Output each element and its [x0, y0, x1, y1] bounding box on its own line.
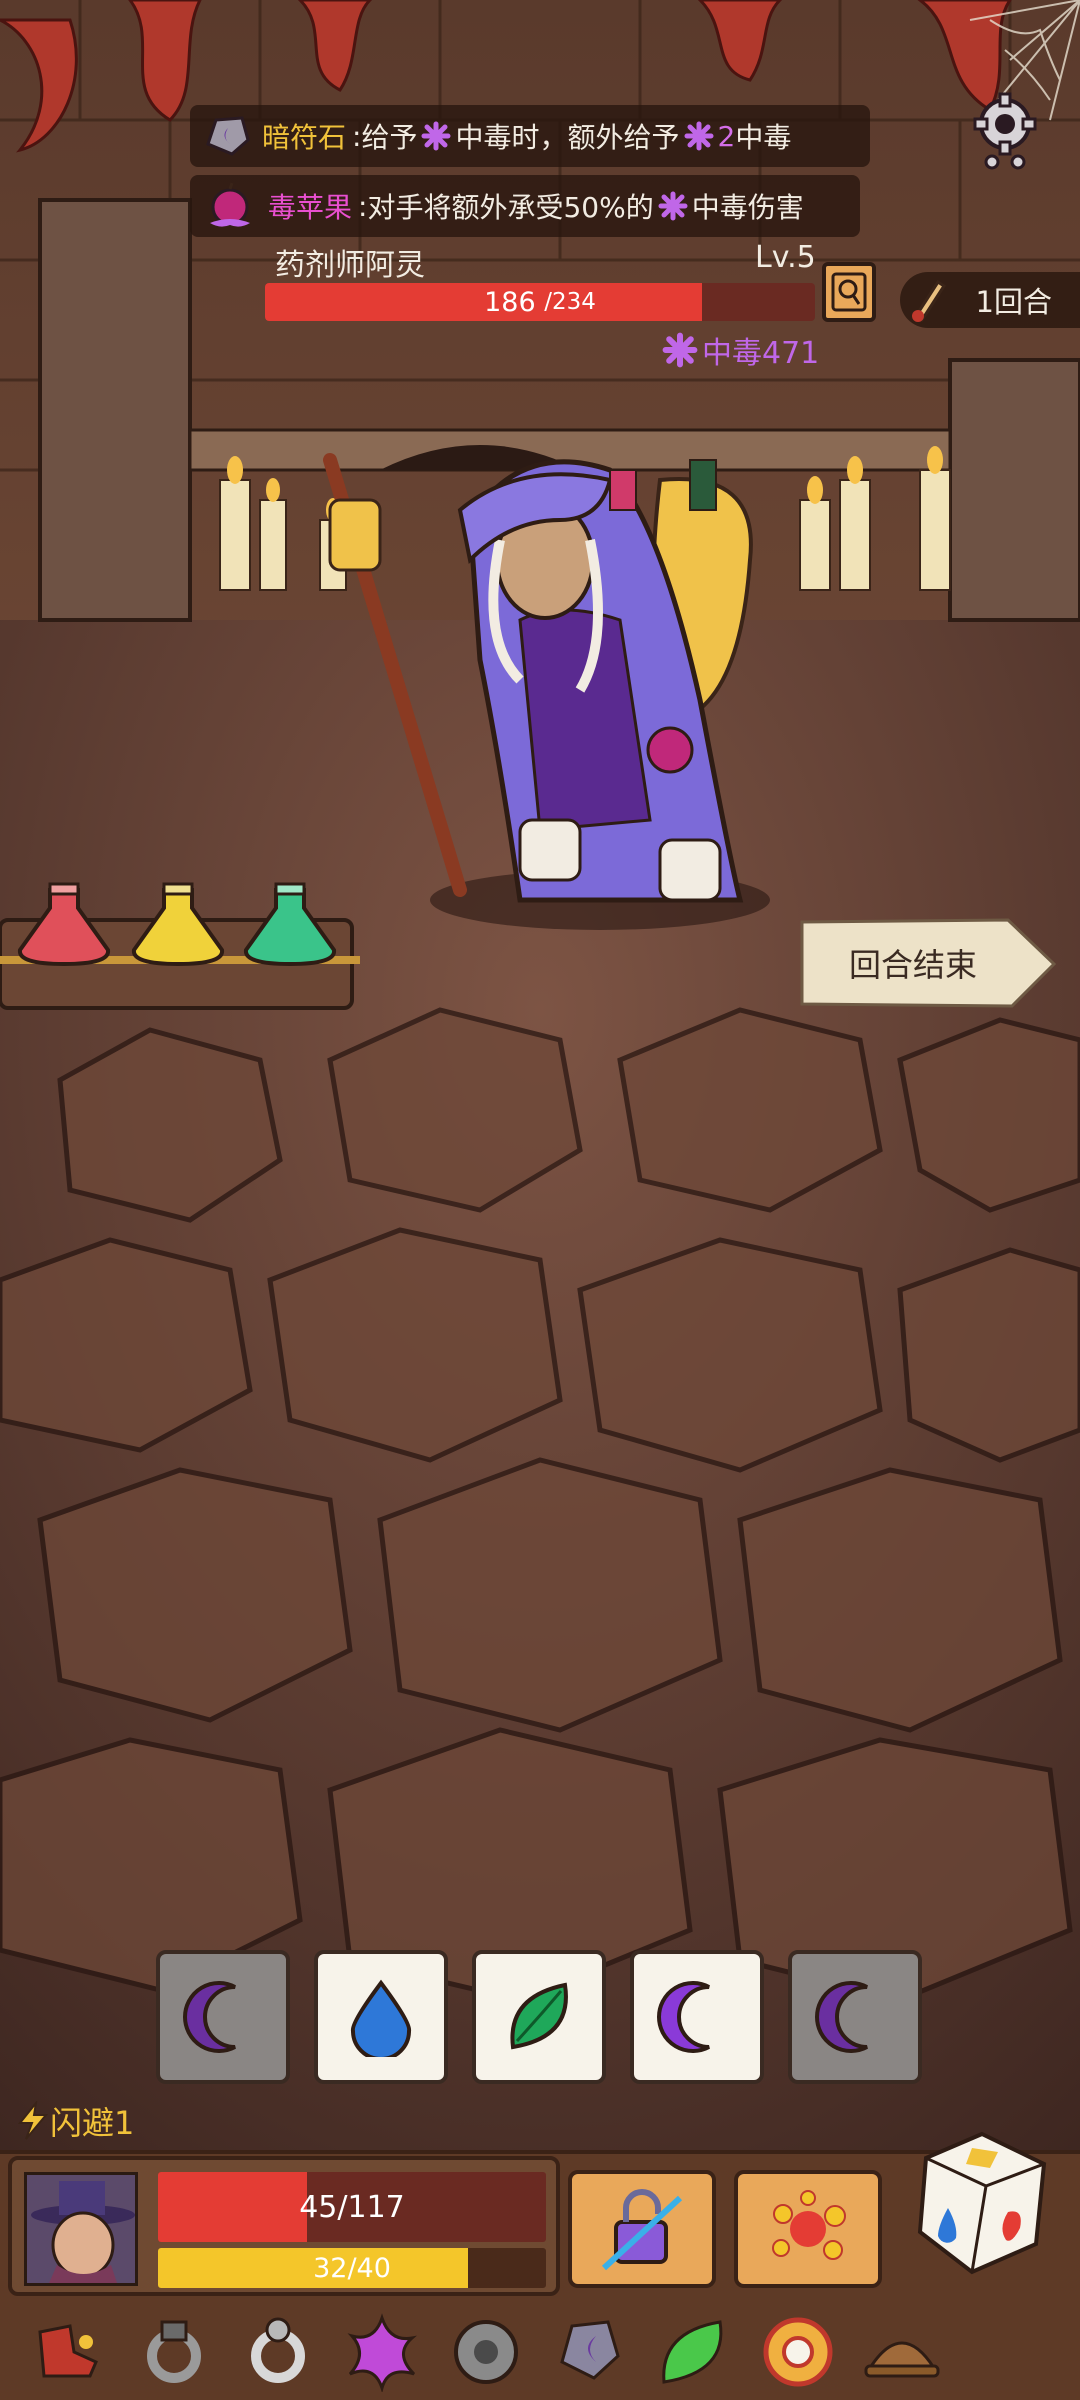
scroll-icon — [912, 279, 947, 323]
dodge-label: 闪避1 — [50, 2104, 135, 2142]
moon-icon — [183, 1981, 236, 2053]
dice-slot-3[interactable] — [472, 1950, 606, 2084]
rune-stone-icon — [206, 116, 250, 156]
dice-slot-1[interactable] — [156, 1950, 290, 2084]
poison-apple-icon — [210, 182, 250, 227]
water-drop-icon — [350, 1979, 412, 2057]
potion-row — [0, 882, 370, 967]
buff-text: 对手将额外承受50%的 — [367, 191, 654, 224]
enemy-poison-label: 中毒471 — [702, 336, 820, 371]
ring-gray-icon[interactable] — [134, 2312, 214, 2392]
lightning-icon — [17, 2101, 49, 2140]
buff-poison-apple: 毒苹果: 对手将额外承受50%的 中毒 伤害 — [190, 175, 860, 237]
broken-lock-icon — [601, 2189, 683, 2271]
round-label: 1回合 — [975, 285, 1052, 319]
enemy-hp-text: 186 /234 — [265, 283, 815, 321]
explosion-icon — [772, 2190, 846, 2260]
hat-icon[interactable] — [862, 2312, 942, 2392]
end-turn-button[interactable]: 回合结束 — [798, 916, 1058, 1010]
buff-dark-rune-stone: 暗符石: 给予 中毒 时，额外给予 2 中毒 — [190, 105, 870, 167]
player-energy-text: 32/40 — [313, 2252, 391, 2284]
enemy-poison-status: 中毒471 — [662, 328, 819, 372]
poison-icon — [658, 191, 688, 221]
dice-icon — [917, 2131, 1047, 2275]
poison-icon — [684, 121, 713, 151]
poison-icon — [421, 121, 451, 151]
round-counter: 1回合 — [900, 272, 1080, 328]
player-hp-bar: 45/117 — [158, 2172, 546, 2242]
enemy-hp-current: 186 — [484, 286, 536, 318]
moon-icon — [657, 1981, 710, 2053]
potion-shelf — [0, 880, 370, 990]
potion-green-icon — [244, 882, 336, 967]
buff-text-2: 伤害 — [747, 191, 804, 224]
battle-scene: 暗符石: 给予 中毒 时，额外给予 2 中毒 毒苹果: 对手将额外承受50%的 … — [0, 0, 1080, 2400]
dice-slot-2[interactable] — [314, 1950, 448, 2084]
settings-gear-icon[interactable] — [970, 92, 1040, 172]
skill-explosion-button[interactable] — [734, 2170, 882, 2288]
potion-yellow-icon — [132, 882, 224, 967]
dodge-status: 闪避1 — [16, 2098, 134, 2144]
poison-icon — [662, 332, 698, 368]
player-hp-text: 45/117 — [299, 2189, 405, 2225]
moon-stone-icon[interactable] — [550, 2312, 630, 2392]
enemy-hp-max: /234 — [544, 289, 596, 315]
inspect-enemy-button[interactable] — [822, 262, 876, 322]
buff-text: 给予 — [361, 121, 418, 154]
buff-name: 毒苹果 — [268, 191, 353, 224]
gear-orb-icon[interactable] — [446, 2312, 526, 2392]
player-avatar[interactable] — [24, 2172, 138, 2286]
buff-text-2: 时，额外给予 — [511, 121, 680, 154]
potion-red-icon — [18, 882, 110, 967]
leaf-icon[interactable] — [654, 2312, 734, 2392]
avatar-portrait — [27, 2175, 135, 2283]
end-turn-label: 回合结束 — [848, 946, 977, 984]
boot-icon[interactable] — [30, 2312, 110, 2392]
leaf-icon — [510, 1982, 568, 2050]
buff-number: 2 — [717, 119, 736, 153]
skill-lock-break-button[interactable] — [568, 2170, 716, 2288]
buff-status-2: 中毒 — [735, 121, 792, 154]
buff-sep: : — [352, 119, 362, 153]
moon-icon — [815, 1981, 868, 2053]
buff-sep: : — [358, 189, 368, 223]
magnifier-icon — [831, 272, 867, 312]
buff-name: 暗符石 — [262, 121, 347, 154]
target-orb-icon[interactable] — [758, 2312, 838, 2392]
buff-status: 中毒 — [691, 191, 748, 224]
enemy-name: 药剂师阿灵 — [275, 248, 425, 283]
roll-dice-button[interactable] — [912, 2128, 1052, 2278]
player-energy-bar: 32/40 — [158, 2248, 546, 2288]
dice-slot-5[interactable] — [788, 1950, 922, 2084]
buff-status: 中毒 — [455, 121, 512, 154]
enemy-level: Lv.5 — [755, 240, 816, 275]
ring-silver-icon[interactable] — [238, 2312, 318, 2392]
enemy-hp-bar: 186 /234 — [265, 283, 815, 321]
dice-slot-4[interactable] — [630, 1950, 764, 2084]
poison-splash-icon[interactable] — [342, 2312, 422, 2392]
